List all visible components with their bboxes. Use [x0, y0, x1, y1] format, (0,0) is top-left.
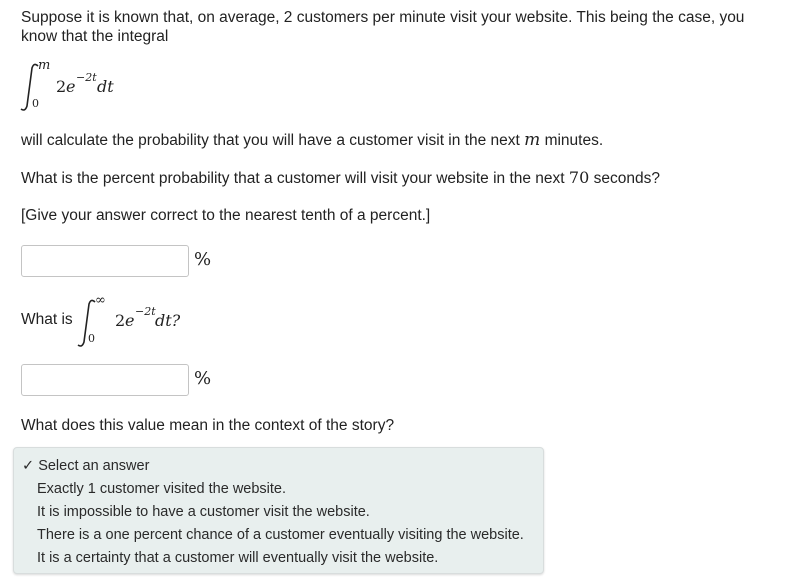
part2-prefix: What is [21, 311, 73, 328]
dropdown-selected-option[interactable]: ✓ Select an answer [22, 457, 149, 475]
dropdown-option[interactable]: Exactly 1 customer visited the website. [37, 480, 286, 498]
question-suffix: seconds? [593, 170, 660, 187]
integrand-coefficient: 2 [115, 311, 126, 330]
integral-expression: m 0 2 e −2t dt [18, 58, 138, 118]
integrand-differential: dt [97, 77, 114, 96]
intro-line-1: Suppose it is known that, on average, 2 … [21, 9, 745, 26]
checkmark-icon: ✓ [22, 458, 35, 474]
context-question: What does this value mean in the context… [21, 417, 395, 434]
dropdown-option[interactable]: It is impossible to have a customer visi… [37, 503, 370, 521]
percent-unit: % [194, 368, 212, 389]
integrand-base: e [125, 311, 135, 330]
intro-line-2: know that the integral [21, 28, 169, 45]
question-prefix: What is the percent probability that a c… [21, 170, 565, 187]
probability-question: What is the percent probability that a c… [21, 168, 660, 189]
integral-lower-limit: 0 [32, 97, 39, 110]
calculation-prefix: will calculate the probability that you … [21, 132, 520, 149]
calculation-sentence: will calculate the probability that you … [21, 130, 603, 151]
selected-option-label: Select an answer [38, 458, 150, 474]
dropdown-option[interactable]: It is a certainty that a customer will e… [37, 549, 438, 567]
integrand-differential: dt? [155, 311, 181, 330]
percent-unit: % [194, 249, 212, 270]
rounding-instruction: [Give your answer correct to the nearest… [21, 207, 431, 224]
integrand-base: e [66, 77, 76, 96]
calculation-suffix: minutes. [544, 132, 604, 149]
integrand-coefficient: 2 [56, 77, 67, 96]
answer-dropdown[interactable]: ✓ Select an answer Exactly 1 customer vi… [13, 447, 544, 574]
integrand-exponent: −2t [135, 305, 156, 318]
integral-upper-limit: ∞ [95, 293, 106, 308]
infinite-integral-expression: ∞ 0 2 e −2t dt? [75, 293, 195, 350]
variable-m: m [524, 130, 541, 150]
seconds-value: 70 [568, 168, 590, 187]
integral-lower-limit: 0 [88, 332, 95, 345]
integral-upper-limit: m [38, 58, 51, 73]
integrand-exponent: −2t [76, 71, 97, 84]
dropdown-option[interactable]: There is a one percent chance of a custo… [37, 526, 524, 544]
percent-probability-input[interactable] [21, 245, 189, 277]
infinite-integral-input[interactable] [21, 364, 189, 396]
